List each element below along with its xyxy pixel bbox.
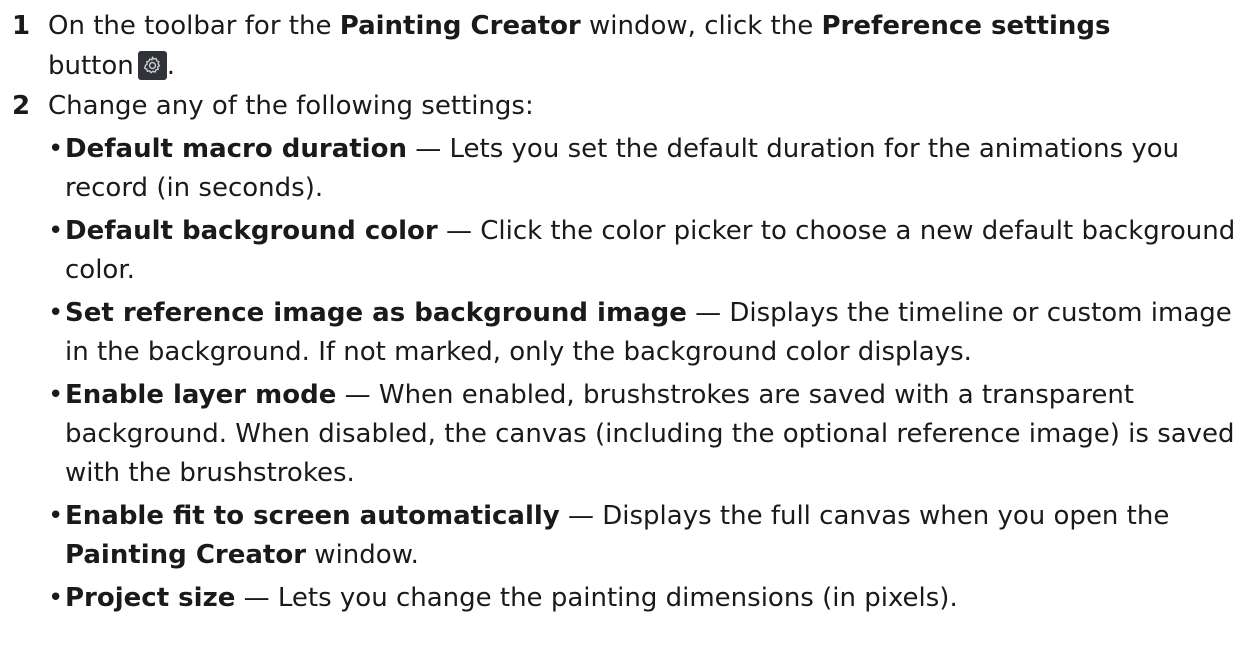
step-1: 1 On the toolbar for the Painting Creato… [12,6,1248,86]
bullet: • [48,380,64,410]
app-name: Painting Creator [65,540,307,570]
list-item: • Project size — Lets you change the pai… [48,579,1248,618]
bullet: • [48,501,64,531]
setting-term: Enable layer mode [65,380,337,410]
setting-desc: window. [306,540,419,570]
instructions-document: 1 On the toolbar for the Painting Creato… [0,6,1260,618]
list-item: • Enable layer mode — When enabled, brus… [48,376,1248,493]
setting-term: Set reference image as background image [65,298,687,328]
step-text: Change any of the following settings: [48,91,534,121]
settings-list: • Default macro duration — Lets you set … [48,130,1248,618]
bullet: • [48,134,64,164]
step-text: window, click the [580,11,822,41]
bullet: • [48,298,64,328]
step-text: . [166,51,176,81]
step-number: 1 [12,11,31,41]
step-text: button [48,51,134,81]
bullet: • [48,216,64,246]
setting-term: Enable fit to screen automatically [65,501,560,531]
setting-term: Project size [65,583,236,613]
setting-term: Default macro duration [65,134,407,164]
step-text: On the toolbar for the [48,11,340,41]
button-name: Preference settings [821,11,1111,41]
bullet: • [48,583,64,613]
setting-desc: — Displays the full canvas when you open… [559,501,1170,531]
list-item: • Set reference image as background imag… [48,294,1248,372]
list-item: • Enable fit to screen automatically — D… [48,497,1248,575]
setting-desc: — Lets you change the painting dimension… [235,583,958,613]
step-2: 2 Change any of the following settings: … [12,86,1248,618]
gear-icon [137,51,167,80]
list-item: • Default macro duration — Lets you set … [48,130,1248,208]
setting-term: Default background color [65,216,438,246]
step-number: 2 [12,91,31,121]
list-item: • Default background color — Click the c… [48,212,1248,290]
app-name: Painting Creator [339,11,581,41]
